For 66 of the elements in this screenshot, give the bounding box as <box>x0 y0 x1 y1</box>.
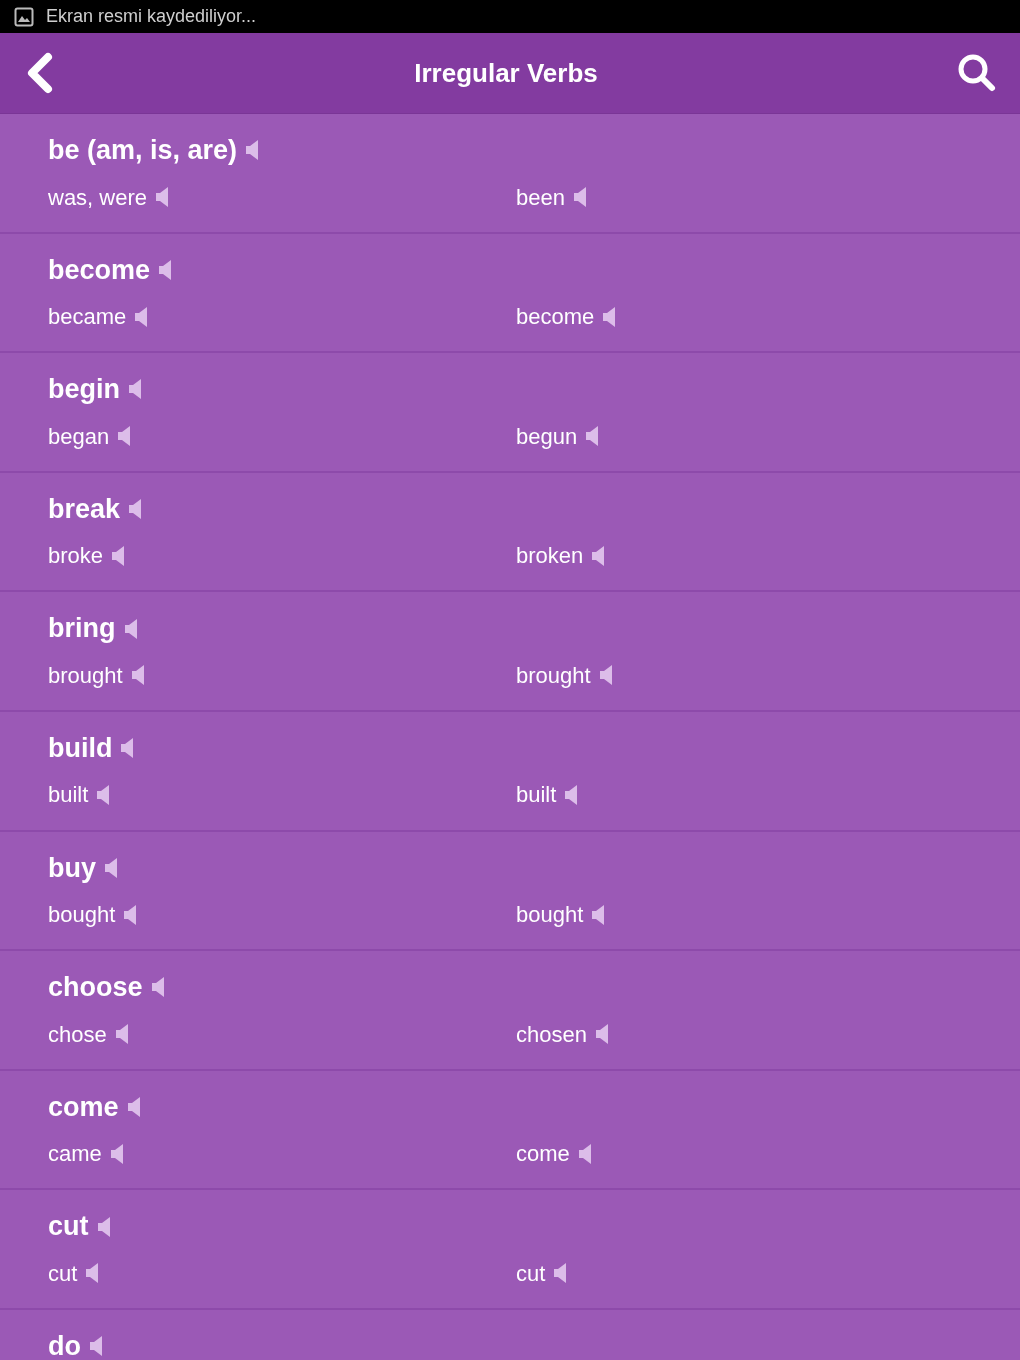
verb-base-form: choose <box>48 971 143 1005</box>
verb-base-form: become <box>48 253 151 287</box>
speaker-icon[interactable] <box>156 187 169 207</box>
past-participle: been <box>516 183 565 212</box>
past-participle: cut <box>516 1259 546 1288</box>
past-form: bought <box>48 901 116 930</box>
speaker-icon[interactable] <box>554 1263 567 1284</box>
speaker-icon[interactable] <box>129 499 142 520</box>
past-participle: chosen <box>516 1020 587 1049</box>
speaker-icon[interactable] <box>151 977 164 998</box>
speaker-icon[interactable] <box>127 1097 140 1117</box>
verb-base-form: come <box>48 1090 119 1124</box>
verb-base-form: do <box>48 1329 81 1360</box>
past-form: cut <box>48 1259 78 1288</box>
image-icon <box>14 6 34 27</box>
past-form: became <box>48 303 127 332</box>
past-participle: become <box>516 303 595 332</box>
past-participle: broken <box>516 542 584 571</box>
past-form: brought <box>48 661 123 690</box>
speaker-icon[interactable] <box>115 1024 128 1045</box>
speaker-icon[interactable] <box>131 665 144 686</box>
status-text: Ekran resmi kaydediliyor... <box>46 5 257 28</box>
past-participle: built <box>516 781 557 810</box>
past-form: chose <box>48 1020 107 1049</box>
search-button[interactable] <box>956 52 998 94</box>
speaker-icon[interactable] <box>599 665 612 686</box>
speaker-icon[interactable] <box>121 738 134 759</box>
speaker-icon[interactable] <box>586 426 599 447</box>
speaker-icon[interactable] <box>565 784 578 805</box>
verb-base-form: buy <box>48 851 96 885</box>
speaker-icon[interactable] <box>110 1143 123 1164</box>
speaker-icon[interactable] <box>246 140 259 161</box>
verb-base-form: break <box>48 492 121 526</box>
speaker-icon[interactable] <box>124 904 137 925</box>
past-participle: come <box>516 1140 570 1169</box>
speaker-icon[interactable] <box>97 1216 110 1237</box>
speaker-icon[interactable] <box>124 618 137 639</box>
verb-base-form: be (am, is, are) <box>48 134 238 167</box>
verb-base-form: build <box>48 731 113 765</box>
speaker-icon[interactable] <box>595 1024 608 1045</box>
verb-base-form: begin <box>48 373 120 407</box>
verb-base-form: bring <box>48 612 116 646</box>
speaker-icon[interactable] <box>159 259 172 280</box>
past-form: broke <box>48 542 104 571</box>
past-form: came <box>48 1140 102 1169</box>
speaker-icon[interactable] <box>573 187 586 207</box>
past-form: built <box>48 781 89 810</box>
page-title: Irregular Verbs <box>414 56 598 90</box>
speaker-icon[interactable] <box>603 306 616 327</box>
speaker-icon[interactable] <box>129 379 141 400</box>
speaker-icon[interactable] <box>135 306 148 327</box>
speaker-icon[interactable] <box>118 426 131 447</box>
speaker-icon[interactable] <box>97 784 110 805</box>
speaker-icon[interactable] <box>90 1336 102 1357</box>
speaker-icon[interactable] <box>105 857 117 878</box>
past-participle: begun <box>516 422 578 451</box>
speaker-icon[interactable] <box>112 545 125 566</box>
speaker-icon[interactable] <box>86 1263 99 1284</box>
past-participle: brought <box>516 661 591 690</box>
past-form: was, were <box>48 183 148 212</box>
verb-base-form: cut <box>48 1210 89 1244</box>
speaker-icon[interactable] <box>592 904 605 925</box>
speaker-icon[interactable] <box>592 545 605 566</box>
past-form: began <box>48 422 110 451</box>
past-participle: bought <box>516 901 584 930</box>
speaker-icon[interactable] <box>578 1143 591 1164</box>
